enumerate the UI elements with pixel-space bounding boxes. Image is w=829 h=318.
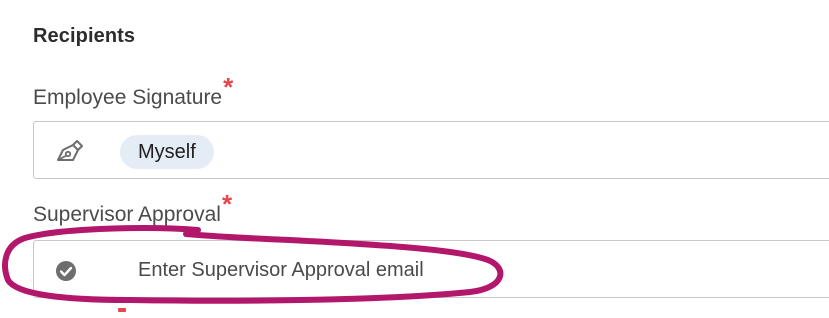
supervisor-approval-label: Supervisor Approval* (33, 189, 232, 228)
required-asterisk: * (223, 72, 234, 102)
supervisor-email-input[interactable] (138, 254, 788, 286)
pen-icon (57, 140, 83, 161)
section-title: Recipients (33, 25, 136, 47)
employee-signature-label: Employee Signature* (33, 72, 233, 111)
supervisor-approval-label-text: Supervisor Approval (33, 203, 221, 226)
employee-signature-label-text: Employee Signature (33, 86, 223, 109)
recipient-chip-myself[interactable]: Myself (120, 135, 214, 169)
supervisor-approval-field[interactable] (33, 240, 829, 298)
check-circle-icon (56, 261, 76, 281)
required-asterisk: * (221, 189, 233, 219)
employee-signature-field[interactable]: Myself (33, 121, 829, 179)
required-asterisk-partial (118, 308, 126, 312)
recipients-panel: Recipients Employee Signature* Myself Su… (0, 0, 829, 318)
